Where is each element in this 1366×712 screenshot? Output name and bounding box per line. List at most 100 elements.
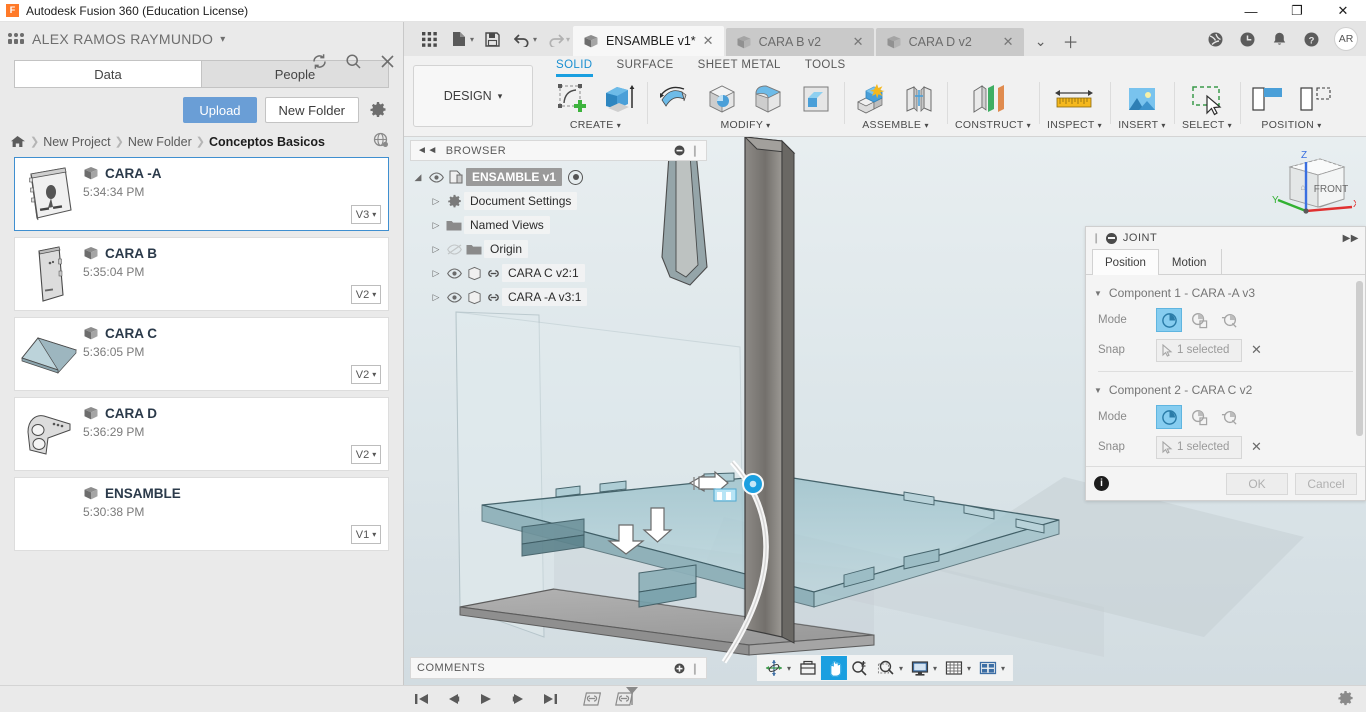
revolve-icon[interactable] bbox=[655, 80, 695, 118]
shell-icon[interactable] bbox=[796, 80, 836, 118]
home-icon[interactable] bbox=[10, 135, 26, 149]
job-status-icon[interactable] bbox=[1232, 24, 1262, 54]
help-icon[interactable]: ? bbox=[1296, 24, 1326, 54]
mode-between-two-faces-icon[interactable] bbox=[1216, 308, 1242, 332]
visibility-off-icon[interactable] bbox=[444, 243, 464, 255]
expand-icon[interactable]: ▶▶ bbox=[1343, 233, 1359, 244]
ribbon-group-label[interactable]: SELECT ▾ bbox=[1182, 119, 1232, 131]
chevron-down-icon[interactable]: ▾ bbox=[933, 664, 941, 673]
mode-simple-icon[interactable] bbox=[1156, 308, 1182, 332]
grid-snaps-icon[interactable] bbox=[941, 656, 967, 680]
comments-bar[interactable]: COMMENTS ❙ bbox=[410, 657, 707, 679]
go-to-beginning-icon[interactable] bbox=[412, 689, 432, 709]
close-icon[interactable]: ✕ bbox=[1003, 34, 1014, 50]
look-at-icon[interactable] bbox=[795, 656, 821, 680]
grip-icon[interactable]: ❙ bbox=[690, 662, 700, 675]
chevron-down-icon[interactable]: ▾ bbox=[566, 35, 570, 44]
extensions-icon[interactable] bbox=[1200, 24, 1230, 54]
close-panel-icon[interactable] bbox=[377, 51, 397, 71]
minus-circle-icon[interactable] bbox=[1105, 232, 1117, 244]
create-sketch-icon[interactable] bbox=[552, 80, 592, 118]
breadcrumb-item-folder[interactable]: New Folder bbox=[128, 135, 192, 149]
expand-arrow-icon[interactable]: ▷ bbox=[428, 268, 444, 279]
version-badge[interactable]: V3 ▾ bbox=[351, 205, 381, 224]
align-icon[interactable] bbox=[1248, 80, 1288, 118]
sphere-icon[interactable] bbox=[702, 80, 742, 118]
joint-timeline-icon[interactable] bbox=[582, 689, 602, 709]
maximize-icon[interactable]: ❐ bbox=[1274, 0, 1320, 22]
scrollbar[interactable] bbox=[1356, 281, 1363, 466]
search-icon[interactable] bbox=[343, 51, 363, 71]
expand-arrow-icon[interactable]: ▷ bbox=[428, 196, 444, 207]
snap-selection-2[interactable]: 1 selected bbox=[1156, 435, 1242, 459]
orbit-icon[interactable] bbox=[761, 656, 787, 680]
section-component-2[interactable]: ▼ Component 2 - CARA C v2 bbox=[1086, 378, 1365, 402]
collapse-icon[interactable]: ◄◄ bbox=[417, 145, 438, 156]
display-settings-icon[interactable] bbox=[907, 656, 933, 680]
breadcrumb-item-project[interactable]: New Project bbox=[43, 135, 110, 149]
version-badge[interactable]: V2 ▾ bbox=[351, 445, 381, 464]
go-to-end-icon[interactable] bbox=[540, 689, 560, 709]
gear-icon[interactable] bbox=[367, 99, 389, 121]
activate-radio[interactable] bbox=[568, 169, 584, 185]
minus-circle-icon[interactable] bbox=[674, 145, 685, 156]
tree-node-cara-c[interactable]: ▷ CARA C v2:1 bbox=[410, 261, 707, 285]
refresh-icon[interactable] bbox=[309, 51, 329, 71]
visibility-icon[interactable] bbox=[426, 171, 446, 183]
visibility-icon[interactable] bbox=[444, 267, 464, 279]
tab-cara-d[interactable]: CARA D v2 ✕ bbox=[875, 28, 1024, 56]
step-back-icon[interactable] bbox=[444, 689, 464, 709]
view-cube[interactable]: FRONT ⌂ Z X Y bbox=[1260, 145, 1360, 229]
list-item[interactable]: CARA D 5:36:29 PM V2 ▾ bbox=[14, 397, 389, 471]
chevron-down-icon[interactable]: ▾ bbox=[220, 34, 225, 45]
measure-icon[interactable] bbox=[1047, 80, 1101, 118]
tree-node-named-views[interactable]: ▷ Named Views bbox=[410, 213, 707, 237]
clear-selection-icon[interactable]: ✕ bbox=[1251, 342, 1262, 358]
list-item[interactable]: CARA C 5:36:05 PM V2 ▾ bbox=[14, 317, 389, 391]
close-icon[interactable]: ✕ bbox=[853, 34, 864, 50]
tab-position[interactable]: Position bbox=[1092, 249, 1159, 275]
clear-selection-icon[interactable]: ✕ bbox=[1251, 439, 1262, 455]
version-badge[interactable]: V2 ▾ bbox=[351, 285, 381, 304]
new-folder-button[interactable]: New Folder bbox=[264, 97, 359, 123]
new-component-icon[interactable] bbox=[852, 80, 892, 118]
add-comment-icon[interactable] bbox=[674, 663, 685, 674]
ribbon-group-label[interactable]: INSERT ▾ bbox=[1118, 119, 1165, 131]
joint-timeline-icon-2[interactable] bbox=[614, 687, 638, 709]
grid-icon[interactable] bbox=[414, 24, 444, 54]
chevron-down-icon[interactable]: ▾ bbox=[470, 35, 474, 44]
move-copy-icon[interactable] bbox=[1295, 80, 1335, 118]
offset-plane-icon[interactable] bbox=[967, 80, 1019, 118]
mode-as-built-icon[interactable] bbox=[1186, 405, 1212, 429]
ribbon-group-label[interactable]: INSPECT ▾ bbox=[1047, 119, 1102, 131]
mode-as-built-icon[interactable] bbox=[1186, 308, 1212, 332]
gear-icon[interactable] bbox=[1337, 690, 1354, 710]
list-item[interactable]: ENSAMBLE 5:30:38 PM V1 ▾ bbox=[14, 477, 389, 551]
grip-icon[interactable]: ❙ bbox=[690, 144, 700, 157]
version-badge[interactable]: V2 ▾ bbox=[351, 365, 381, 384]
viewport-3d[interactable]: ◄◄ BROWSER ❙ ◢ ENSAMBLE v1 ▷ Document Se… bbox=[404, 137, 1366, 685]
viewports-icon[interactable] bbox=[975, 656, 1001, 680]
fillet-icon[interactable] bbox=[749, 80, 789, 118]
save-icon[interactable] bbox=[477, 24, 507, 54]
tab-ensamble[interactable]: ENSAMBLE v1* ✕ bbox=[573, 26, 724, 56]
tree-node-ensamble[interactable]: ◢ ENSAMBLE v1 bbox=[410, 165, 707, 189]
workspace-selector[interactable]: DESIGN ▾ bbox=[413, 65, 533, 127]
section-joint-alignment[interactable]: ▼ Joint Alignment bbox=[1086, 462, 1365, 466]
globe-icon[interactable] bbox=[373, 132, 389, 151]
tab-cara-b[interactable]: CARA B v2 ✕ bbox=[725, 28, 874, 56]
mode-between-two-faces-icon[interactable] bbox=[1216, 405, 1242, 429]
ok-button[interactable]: OK bbox=[1226, 472, 1288, 495]
chevron-down-icon[interactable]: ▾ bbox=[899, 664, 907, 673]
tab-data[interactable]: Data bbox=[14, 60, 201, 88]
tab-motion[interactable]: Motion bbox=[1159, 249, 1220, 275]
ribbon-group-label[interactable]: POSITION ▾ bbox=[1261, 119, 1321, 131]
breadcrumb-item-current[interactable]: Conceptos Basicos bbox=[209, 135, 325, 149]
snap-selection-1[interactable]: 1 selected bbox=[1156, 338, 1242, 362]
info-icon[interactable]: i bbox=[1094, 476, 1109, 491]
minimize-icon[interactable]: — bbox=[1228, 0, 1274, 22]
extrude-icon[interactable] bbox=[599, 80, 639, 118]
chevron-down-icon[interactable]: ▾ bbox=[1001, 664, 1009, 673]
expand-arrow-icon[interactable]: ◢ bbox=[410, 172, 426, 183]
ribbon-group-label[interactable]: ASSEMBLE ▾ bbox=[862, 119, 929, 131]
